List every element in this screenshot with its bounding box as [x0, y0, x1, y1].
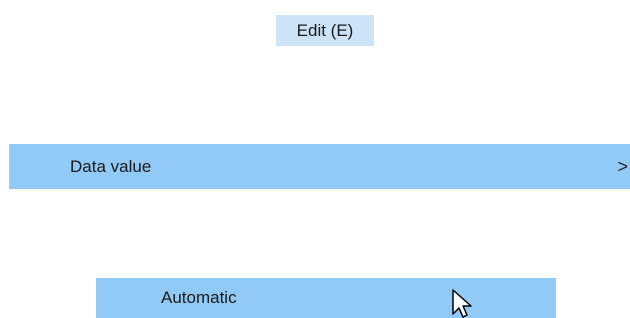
mouse-pointer-icon — [452, 289, 472, 318]
edit-menu-tab[interactable]: Edit (E) — [276, 15, 374, 46]
automatic-label: Automatic — [161, 288, 237, 307]
submenu-arrow-icon: > — [617, 156, 628, 176]
data-value-label: Data value — [70, 156, 152, 176]
data-value-menu-item[interactable]: Data value > — [9, 144, 630, 189]
automatic-menu-item[interactable]: Automatic — [96, 278, 556, 318]
